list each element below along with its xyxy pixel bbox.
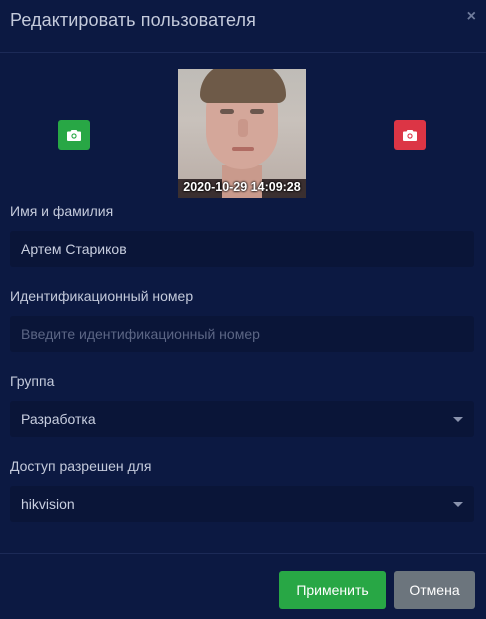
group-select[interactable]: Разработка — [10, 401, 474, 437]
id-number-input[interactable] — [21, 326, 474, 342]
capture-photo-button[interactable] — [58, 120, 90, 150]
chevron-down-icon — [453, 502, 463, 507]
modal-title: Редактировать пользователя — [10, 10, 256, 30]
close-icon[interactable]: × — [467, 9, 476, 25]
access-value: hikvision — [21, 496, 75, 512]
cancel-button[interactable]: Отмена — [394, 571, 475, 609]
group-value: Разработка — [21, 411, 96, 427]
delete-photo-button[interactable] — [394, 120, 426, 150]
apply-button[interactable]: Применить — [279, 571, 386, 609]
camera-icon — [403, 130, 417, 141]
photo-row: 2020-10-29 14:09:28 — [0, 69, 486, 198]
name-value: Артем Стариков — [21, 241, 127, 257]
photo-timestamp: 2020-10-29 14:09:28 — [183, 180, 301, 194]
access-select[interactable]: hikvision — [10, 486, 474, 522]
camera-icon — [67, 130, 81, 141]
name-label: Имя и фамилия — [10, 203, 114, 219]
footer-divider — [0, 553, 486, 554]
id-number-label: Идентификационный номер — [10, 288, 194, 304]
access-label: Доступ разрешен для — [10, 458, 152, 474]
group-label: Группа — [10, 373, 55, 389]
id-number-field[interactable] — [10, 316, 474, 352]
modal-header: Редактировать пользователя × — [0, 0, 486, 53]
name-field[interactable]: Артем Стариков — [10, 231, 474, 267]
chevron-down-icon — [453, 417, 463, 422]
user-photo: 2020-10-29 14:09:28 — [178, 69, 306, 198]
